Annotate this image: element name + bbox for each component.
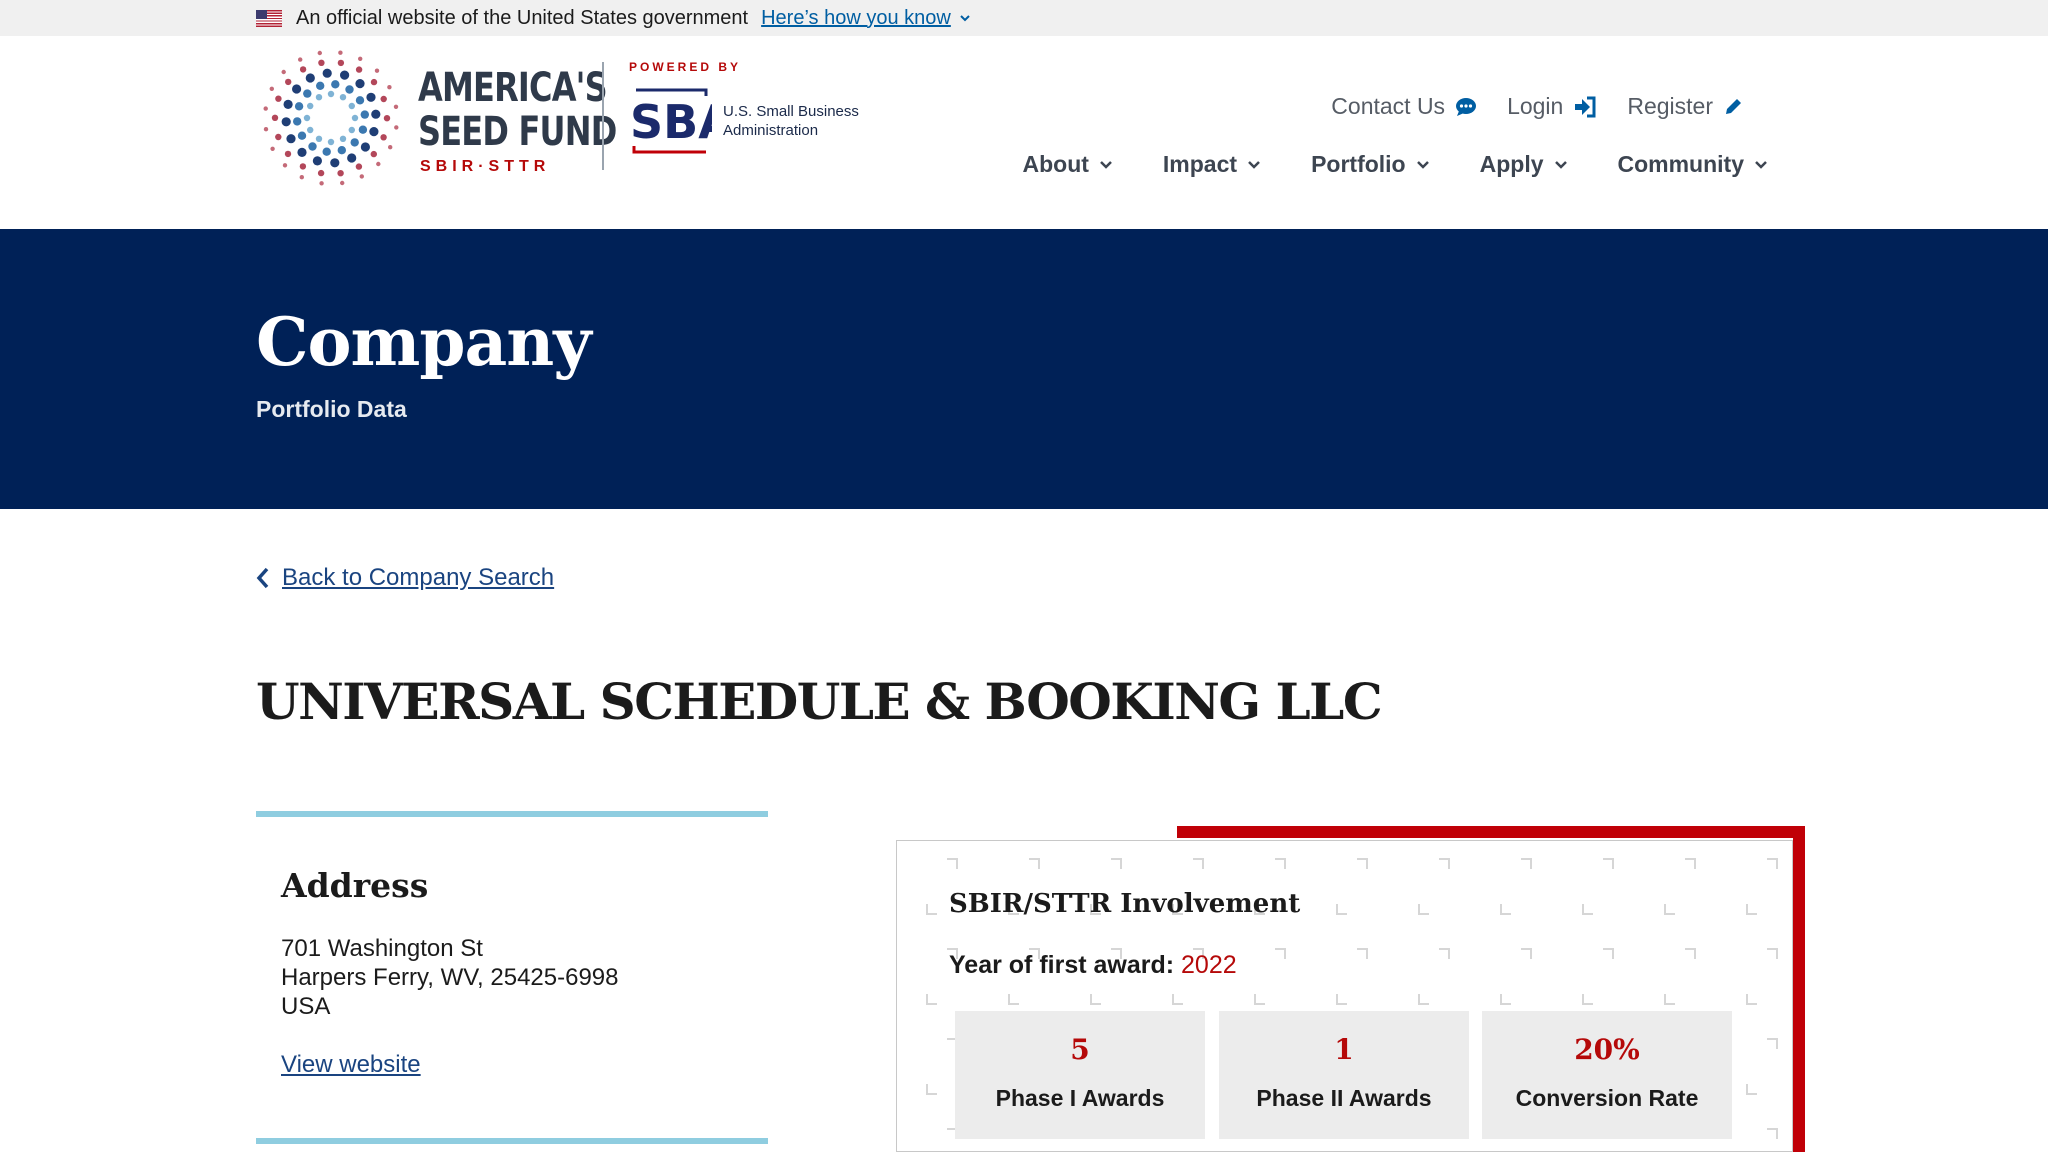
pencil-icon: [1726, 98, 1741, 114]
heres-how-you-know-link[interactable]: Here’s how you know: [761, 7, 951, 30]
page-title: Company: [256, 303, 592, 381]
svg-text:SBA: SBA: [630, 95, 712, 149]
us-flag-icon: [256, 9, 282, 27]
logo-divider: [602, 62, 604, 170]
sba-name: U.S. Small Business Administration: [723, 102, 859, 140]
gov-banner-inner: An official website of the United States…: [256, 0, 971, 36]
chevron-down-icon: [1248, 160, 1260, 169]
nav-about-label: About: [1022, 151, 1089, 177]
page-subtitle: Portfolio Data: [256, 396, 407, 422]
stat-label: Conversion Rate: [1515, 1085, 1699, 1111]
stat-phase-1: 5 Phase I Awards: [955, 1011, 1205, 1139]
address-card-top-rule: [256, 811, 768, 817]
utility-nav: Contact Us Login Register: [1301, 93, 1743, 120]
nav-community[interactable]: Community: [1618, 151, 1769, 178]
stat-label: Phase II Awards: [1256, 1085, 1432, 1111]
nav-portfolio[interactable]: Portfolio: [1311, 151, 1430, 178]
address-card-bottom-rule: [256, 1138, 768, 1144]
stat-value: 1: [1334, 1033, 1354, 1066]
sba-name-line-2: Administration: [723, 122, 819, 139]
nav-impact[interactable]: Impact: [1163, 151, 1261, 178]
nav-apply[interactable]: Apply: [1480, 151, 1568, 178]
hero-banner: Company Portfolio Data: [0, 229, 2048, 509]
stat-value: 20%: [1574, 1033, 1640, 1066]
chevron-down-icon: [1416, 160, 1429, 169]
nav-about[interactable]: About: [1023, 151, 1113, 178]
stat-value: 5: [1070, 1033, 1090, 1066]
stat-conversion-rate: 20% Conversion Rate: [1482, 1011, 1732, 1139]
first-award-label: Year of first award:: [949, 951, 1175, 979]
involvement-heading: SBIR/STTR Involvement: [949, 889, 1301, 919]
chevron-down-icon[interactable]: [959, 12, 971, 24]
address-country: USA: [281, 993, 331, 1020]
back-link-label: Back to Company Search: [282, 564, 555, 591]
sba-logo-icon: SBA: [630, 88, 712, 154]
login-link[interactable]: Login: [1507, 93, 1597, 120]
address-lines: 701 Washington St Harpers Ferry, WV, 254…: [281, 934, 619, 1021]
chevron-down-icon: [1554, 160, 1567, 169]
address-street: 701 Washington St: [281, 935, 483, 962]
gov-banner: An official website of the United States…: [0, 0, 2048, 36]
gov-banner-text: An official website of the United States…: [296, 6, 749, 29]
company-name: UNIVERSAL SCHEDULE & BOOKING LLC: [256, 672, 1383, 731]
chevron-down-icon: [1100, 160, 1112, 169]
logo-subtitle: SBIR·STTR: [420, 158, 551, 175]
powered-by-label: POWERED BY: [629, 60, 742, 74]
view-website-link[interactable]: View website: [281, 1051, 421, 1079]
site-header: AMERICA'S SEED FUND SBIR·STTR POWERED BY…: [0, 36, 2048, 229]
stat-phase-2: 1 Phase II Awards: [1219, 1011, 1469, 1139]
involvement-card: SBIR/STTR Involvement Year of first awar…: [896, 840, 1793, 1152]
seed-fund-burst-icon: [263, 50, 399, 186]
sba-name-line-1: U.S. Small Business: [723, 103, 859, 120]
chevron-down-icon: [1755, 160, 1767, 169]
back-to-company-search-link[interactable]: Back to Company Search: [256, 564, 554, 592]
sign-in-icon: [1575, 96, 1596, 117]
chevron-left-icon: [256, 567, 269, 589]
contact-us-label: Contact Us: [1331, 93, 1446, 119]
chat-bubble-icon: [1456, 97, 1477, 116]
logo-line-2: SEED FUND: [418, 109, 617, 155]
main-nav: About Impact Portfolio Apply Community: [973, 151, 1769, 178]
nav-impact-label: Impact: [1162, 151, 1238, 177]
stat-label: Phase I Awards: [995, 1085, 1165, 1111]
nav-community-label: Community: [1617, 151, 1745, 177]
site-logo[interactable]: AMERICA'S SEED FUND SBIR·STTR POWERED BY…: [256, 48, 866, 188]
logo-line-1: AMERICA'S: [418, 65, 608, 111]
register-label: Register: [1627, 93, 1713, 119]
login-label: Login: [1507, 93, 1564, 119]
address-city: Harpers Ferry, WV, 25425-6998: [281, 964, 619, 991]
nav-apply-label: Apply: [1479, 151, 1544, 177]
first-award-value: 2022: [1181, 951, 1237, 979]
address-heading: Address: [281, 866, 429, 905]
nav-portfolio-label: Portfolio: [1311, 151, 1406, 177]
register-link[interactable]: Register: [1627, 93, 1743, 120]
contact-us-link[interactable]: Contact Us: [1331, 93, 1477, 120]
first-award-year: Year of first award: 2022: [949, 951, 1237, 980]
